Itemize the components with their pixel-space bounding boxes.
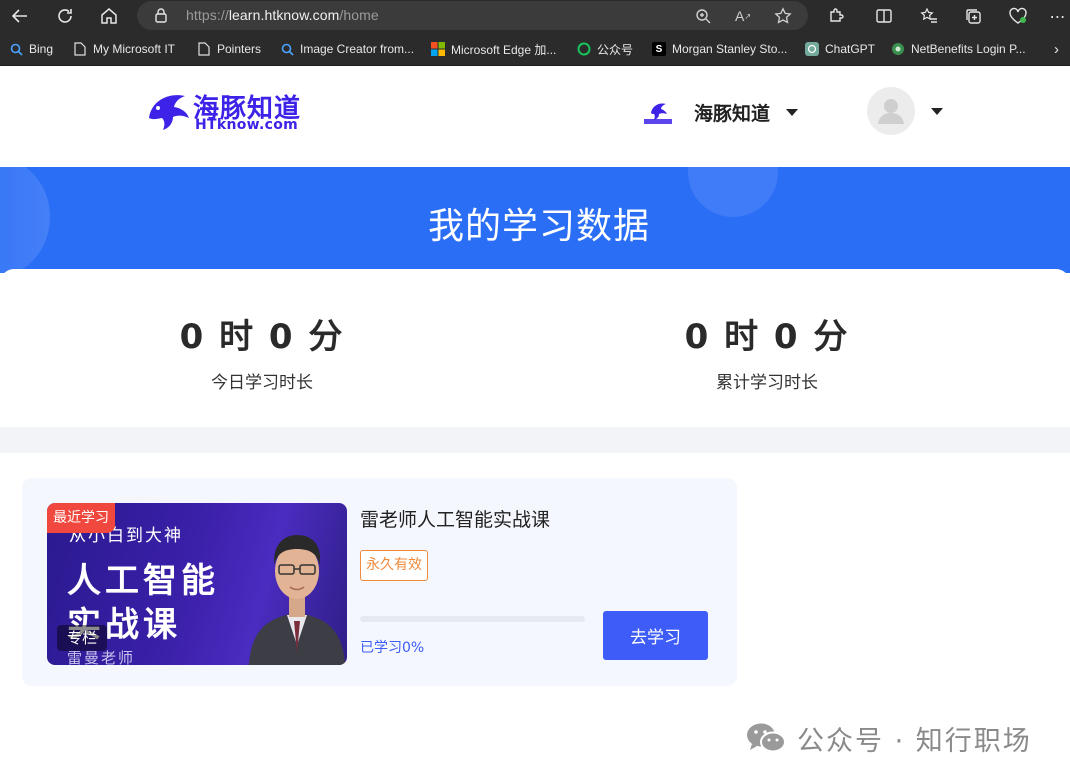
bookmark-label: NetBenefits Login P... (911, 42, 1026, 56)
study-stats-card: 0 时 0 分 今日学习时长 0 时 0 分 累计学习时长 (0, 269, 1070, 427)
search-icon (280, 42, 294, 56)
favorites-icon[interactable] (917, 4, 941, 28)
course-card[interactable]: 从小白到大神 人工智能 实战课 雷曼老师 最近学习 专栏 雷老师人工智能实战课 … (22, 478, 737, 686)
bookmark-image-creator[interactable]: Image Creator from... (280, 40, 414, 58)
favorite-star-icon[interactable] (773, 6, 793, 26)
course-title[interactable]: 雷老师人工智能实战课 (360, 505, 550, 532)
site-logo[interactable]: 海豚知道 HTknow.com (145, 86, 310, 136)
url-scheme: https:// (186, 7, 229, 23)
wechat-logo-icon (577, 42, 591, 56)
today-study-time-value: 0 时 0 分 (179, 317, 345, 357)
url-host: learn.htknow.com (228, 7, 340, 23)
morgan-stanley-icon: S (652, 42, 666, 56)
microsoft-logo-icon (431, 42, 445, 56)
back-arrow-icon[interactable] (8, 4, 32, 28)
bookmark-label: Morgan Stanley Sto... (672, 42, 788, 56)
recent-study-tag: 最近学习 (47, 503, 115, 533)
chevron-down-icon[interactable] (931, 108, 943, 115)
watermark-text: 公众号 · 知行职场 (797, 725, 1032, 757)
section-divider (0, 427, 1070, 453)
netbenefits-icon (891, 42, 905, 56)
bookmark-gongzhonghao[interactable]: 公众号 (577, 40, 633, 58)
total-study-time: 0 时 0 分 累计学习时长 (617, 309, 917, 393)
bookmark-netbenefits[interactable]: NetBenefits Login P... (891, 40, 1026, 58)
bookmarks-bar: Bing My Microsoft IT Pointers Image Crea… (0, 32, 1070, 66)
chatgpt-icon (805, 42, 819, 56)
bookmark-label: Image Creator from... (300, 42, 415, 56)
today-study-time: 0 时 0 分 今日学习时长 (112, 309, 412, 393)
organization-switcher[interactable]: 海豚知道 (642, 97, 799, 127)
start-learning-button[interactable]: 去学习 (603, 611, 708, 660)
refresh-icon[interactable] (53, 4, 77, 28)
bookmark-label: Microsoft Edge 加... (451, 42, 557, 57)
site-header: 海豚知道 HTknow.com 海豚知道 (0, 67, 1070, 167)
url-path: /home (339, 7, 379, 23)
browser-toolbar: https://learn.htknow.com/home A ↗ ⋯ (0, 0, 1070, 32)
zoom-icon[interactable] (693, 6, 713, 26)
bookmark-label: ChatGPT (825, 42, 876, 56)
extensions-icon[interactable] (824, 4, 848, 28)
total-study-time-label: 累计学习时长 (716, 373, 818, 393)
read-aloud-icon[interactable]: A ↗ (733, 6, 753, 26)
bookmark-bing[interactable]: Bing (9, 40, 53, 58)
user-avatar[interactable] (867, 87, 915, 135)
banner-title: 我的学习数据 (427, 206, 650, 247)
page-icon (197, 42, 211, 56)
split-screen-icon[interactable] (872, 4, 896, 28)
bookmark-label: My Microsoft IT (93, 42, 176, 56)
bookmark-label: Pointers (217, 42, 262, 56)
bookmark-label: Bing (29, 42, 54, 56)
bookmark-microsoft-edge[interactable]: Microsoft Edge 加... (431, 40, 556, 58)
chevron-down-icon[interactable] (786, 108, 799, 116)
page-icon (73, 42, 87, 56)
course-progress-bar (360, 616, 585, 622)
course-thumbnail[interactable]: 从小白到大神 人工智能 实战课 雷曼老师 最近学习 专栏 (47, 503, 347, 665)
lock-icon[interactable] (154, 7, 168, 27)
bookmarks-overflow-chevron-icon[interactable]: › (1054, 40, 1059, 58)
collections-icon[interactable] (961, 4, 985, 28)
course-progress-text: 已学习0% (360, 640, 425, 656)
logo-english-text: HTknow.com (195, 117, 299, 133)
validity-badge: 永久有效 (360, 550, 428, 581)
thumbnail-title-line-1: 人工智能 (67, 561, 219, 601)
organization-logo-icon (644, 103, 672, 124)
home-icon[interactable] (97, 4, 121, 28)
bookmark-chatgpt[interactable]: ChatGPT (805, 40, 875, 58)
user-silhouette-icon (878, 99, 904, 124)
address-bar[interactable]: https://learn.htknow.com/home A ↗ (137, 1, 808, 30)
bookmark-morgan-stanley[interactable]: S Morgan Stanley Sto... (652, 40, 787, 58)
url-text[interactable]: https://learn.htknow.com/home (186, 7, 379, 23)
watermark: 公众号 · 知行职场 (745, 718, 1032, 758)
more-menu-icon[interactable]: ⋯ (1046, 4, 1070, 28)
teacher-portrait-image (249, 535, 345, 665)
dolphin-logo-icon (149, 95, 189, 130)
today-study-time-label: 今日学习时长 (211, 373, 313, 393)
bookmark-my-microsoft-it[interactable]: My Microsoft IT (73, 40, 175, 58)
column-badge: 专栏 (57, 625, 107, 651)
learning-data-banner: 我的学习数据 (0, 167, 1070, 273)
bookmark-pointers[interactable]: Pointers (197, 40, 261, 58)
organization-name[interactable]: 海豚知道 (694, 99, 770, 126)
browser-essentials-icon[interactable] (1006, 4, 1030, 28)
bing-search-icon (9, 42, 23, 56)
total-study-time-value: 0 时 0 分 (684, 317, 850, 357)
bookmark-label: 公众号 (597, 42, 634, 57)
wechat-logo-icon (747, 723, 786, 753)
